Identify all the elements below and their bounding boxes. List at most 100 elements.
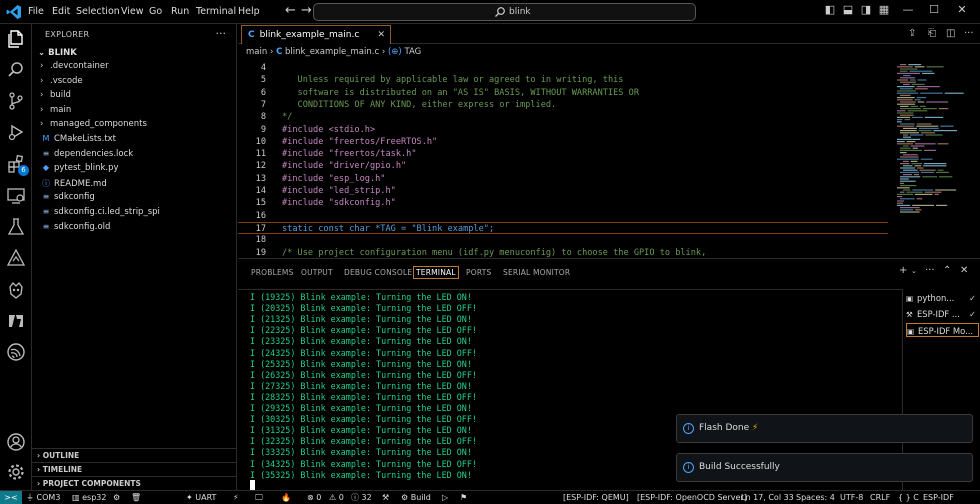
status-item-right[interactable]: CRLF <box>870 491 890 504</box>
explorer-item[interactable]: › .vscode <box>40 76 83 90</box>
status-item-right[interactable]: [ESP-IDF: QEMU] <box>563 491 629 504</box>
explorer-root-folder[interactable]: ⌄ BLINK <box>38 48 77 58</box>
explorer-item[interactable]: ≡ sdkconfig <box>40 192 95 206</box>
more-actions-icon[interactable]: ··· <box>964 28 974 39</box>
status-item[interactable]: ⏚ COM3 <box>26 491 60 504</box>
platformio-icon[interactable] <box>6 280 26 300</box>
status-item[interactable]: 🖵 <box>255 491 263 504</box>
search-icon[interactable] <box>6 60 26 80</box>
status-item[interactable]: ✦ UART <box>186 491 216 504</box>
breadcrumb-symbol[interactable]: TAG <box>404 47 421 57</box>
testing-icon[interactable] <box>6 217 26 237</box>
code-view[interactable]: 45 Unless required by applicable law or … <box>238 62 888 258</box>
menu-go[interactable]: Go <box>149 6 162 17</box>
explorer-more-icon[interactable]: ··· <box>216 27 227 40</box>
status-item-right[interactable]: { } C <box>898 491 919 504</box>
tab-debug-console[interactable]: DEBUG CONSOLE <box>344 268 412 277</box>
toggle-panel-icon[interactable]: ⬓ <box>840 3 856 19</box>
manage-gear-icon[interactable] <box>6 462 26 482</box>
maximize-panel-icon[interactable]: ⌃ <box>943 265 951 276</box>
terminal-instance[interactable]: ⚒ ESP-IDF ... ✓ <box>906 307 979 321</box>
idf-action-icon[interactable]: ⇪ <box>908 28 916 39</box>
explorer-item[interactable]: › managed_components <box>40 119 147 133</box>
status-item[interactable]: ▷ <box>442 491 448 504</box>
explorer-icon[interactable] <box>6 29 26 49</box>
status-item-right[interactable]: ESP-IDF <box>923 491 954 504</box>
explorer-item[interactable]: ◆ pytest_blink.py <box>40 163 119 177</box>
forward-arrow-icon[interactable]: → <box>301 3 312 18</box>
close-window-icon[interactable]: ✕ <box>954 3 970 19</box>
tab-problems[interactable]: PROBLEMS <box>251 268 294 277</box>
status-item[interactable]: ▥ esp32 <box>72 491 106 504</box>
split-editor-icon[interactable]: ◫ <box>946 28 955 39</box>
status-item[interactable]: ⓘ 32 <box>351 491 372 504</box>
menu-edit[interactable]: Edit <box>52 6 70 17</box>
notification-flash-done[interactable]: i Flash Done ⚡ <box>676 414 973 443</box>
terminal-instance[interactable]: ▣ ESP-IDF Mo... <box>906 323 979 337</box>
timeline-section[interactable]: › TIMELINE <box>32 462 236 476</box>
status-item[interactable]: ⚒ <box>382 491 389 504</box>
status-item[interactable]: ⊗ 0 <box>307 491 321 504</box>
explorer-item[interactable]: › main <box>40 105 71 119</box>
accounts-icon[interactable] <box>6 432 26 452</box>
remote-explorer-icon[interactable] <box>6 186 26 206</box>
status-item-right[interactable]: Spaces: 4 <box>796 491 835 504</box>
explorer-item[interactable]: ≡ sdkconfig.old <box>40 221 111 236</box>
status-item[interactable]: 🔥 <box>281 491 291 504</box>
menu-terminal[interactable]: Terminal <box>196 6 236 17</box>
source-control-icon[interactable] <box>6 91 26 111</box>
explorer-item[interactable]: ≡ sdkconfig.ci.led_strip_spi <box>40 207 160 221</box>
explorer-item[interactable]: ≡ dependencies.lock <box>40 149 134 163</box>
terminal-instance[interactable]: ▣ python... ✓ <box>906 291 979 305</box>
tab-output[interactable]: OUTPUT <box>301 268 333 277</box>
remote-indicator[interactable]: >< <box>0 491 22 504</box>
tab-ports[interactable]: PORTS <box>466 268 491 277</box>
chevron-down-icon[interactable]: ⌄ <box>911 267 917 275</box>
close-panel-icon[interactable]: ✕ <box>960 265 968 276</box>
explorer-item[interactable]: › build <box>40 90 71 104</box>
run-action-icon[interactable]: ⎗ <box>928 28 936 39</box>
status-item[interactable]: ⚙ Build <box>401 491 431 504</box>
status-item-right[interactable]: UTF-8 <box>840 491 863 504</box>
status-item-right[interactable]: [ESP-IDF: OpenOCD Server] <box>637 491 747 504</box>
toggle-secondary-sidebar-icon[interactable]: ◨ <box>858 3 874 19</box>
extensions-icon[interactable]: 6 <box>6 154 29 176</box>
minimap[interactable] <box>895 62 970 258</box>
run-debug-icon[interactable] <box>6 122 26 142</box>
status-item[interactable]: ⚠ 0 <box>329 491 344 504</box>
project-components-section[interactable]: › PROJECT COMPONENTS <box>32 476 236 490</box>
status-item-right[interactable]: Ln 17, Col 33 <box>741 491 794 504</box>
tab-serial-monitor[interactable]: SERIAL MONITOR <box>503 268 570 277</box>
menu-help[interactable]: Help <box>238 6 260 17</box>
esp-idf-icon[interactable] <box>6 248 26 268</box>
breadcrumb-file[interactable]: blink_example_main.c <box>285 47 379 57</box>
close-tab-icon[interactable]: ✕ <box>377 26 385 44</box>
explorer-item[interactable]: M CMakeLists.txt <box>40 134 116 148</box>
azure-icon[interactable] <box>6 311 26 331</box>
menu-view[interactable]: View <box>121 6 144 17</box>
maximize-icon[interactable]: ☐ <box>926 3 942 19</box>
new-terminal-icon[interactable]: + <box>899 265 907 276</box>
explorer-item[interactable]: ⓘ README.md <box>40 178 107 192</box>
menu-run[interactable]: Run <box>171 6 189 17</box>
espressif-icon[interactable] <box>6 342 26 362</box>
tab-blink-example-main[interactable]: Cblink_example_main.c ✕ <box>241 25 391 44</box>
customize-layout-icon[interactable]: ▦ <box>876 3 892 19</box>
menu-selection[interactable]: Selection <box>76 6 120 17</box>
breadcrumb-folder[interactable]: main <box>246 47 267 57</box>
status-item[interactable]: 🗑 <box>131 491 141 504</box>
menu-file[interactable]: File <box>28 6 44 17</box>
explorer-item[interactable]: › .devcontainer <box>40 61 109 75</box>
text-file-icon: ≡ <box>42 221 50 231</box>
command-center-search[interactable]: blink <box>313 3 696 21</box>
outline-section[interactable]: › OUTLINE <box>32 448 236 462</box>
toggle-sidebar-icon[interactable]: ◧ <box>822 3 838 19</box>
status-item[interactable]: ⚑ <box>460 491 467 504</box>
minimize-icon[interactable]: — <box>900 3 916 19</box>
status-item[interactable]: ⚡ <box>233 491 239 504</box>
back-arrow-icon[interactable]: ← <box>285 3 296 18</box>
notification-build-successfully[interactable]: i Build Successfully <box>676 453 973 482</box>
panel-more-icon[interactable]: ··· <box>925 265 935 276</box>
status-item[interactable]: ⚙ <box>113 491 120 504</box>
tab-terminal[interactable]: TERMINAL <box>413 266 459 279</box>
